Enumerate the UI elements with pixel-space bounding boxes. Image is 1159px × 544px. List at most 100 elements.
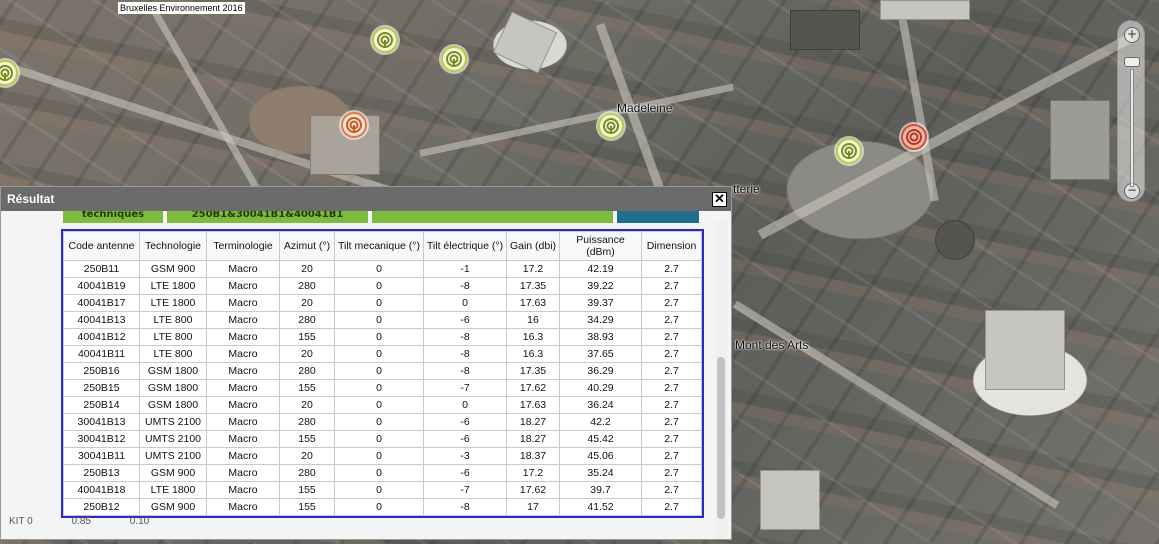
table-cell: 18.27 — [506, 413, 560, 431]
antenna-marker[interactable] — [441, 46, 467, 72]
map-label-madeleine: Madeleine — [617, 101, 673, 115]
table-row[interactable]: 40041B11 LTE 800 Macro 20 0 -8 16.3 37.65 2.7 — [63, 345, 702, 363]
table-cell: 17.62 — [506, 481, 560, 499]
table-cell: 39.7 — [559, 481, 642, 499]
zoom-slider-track[interactable] — [1130, 69, 1134, 187]
table-cell: 280 — [279, 311, 335, 329]
table-cell: 38.93 — [559, 328, 642, 346]
table-cell: 42.2 — [559, 413, 642, 431]
table-cell: 250B15 — [63, 379, 140, 397]
column-header: Azimut (°) — [279, 231, 335, 261]
table-cell: 45.06 — [559, 447, 642, 465]
table-cell: 2.7 — [641, 413, 702, 431]
tab-antenna-codes[interactable]: 250B1&30041B1&40041B1 — [167, 211, 370, 223]
table-cell: 30041B13 — [63, 413, 140, 431]
table-row[interactable]: 40041B19 LTE 1800 Macro 280 0 -8 17.35 39.22 2.7 — [63, 277, 702, 295]
table-row[interactable]: 40041B18 LTE 1800 Macro 155 0 -7 17.62 39.7 2.7 — [63, 481, 702, 499]
table-cell: 0 — [334, 277, 424, 295]
antenna-marker[interactable] — [341, 112, 367, 138]
antenna-marker[interactable] — [372, 27, 398, 53]
table-row[interactable]: 250B12 GSM 900 Macro 155 0 -8 17 41.52 2.7 — [63, 498, 702, 516]
table-cell: 17.35 — [506, 277, 560, 295]
antenna-icon — [0, 65, 13, 81]
table-cell: 17.2 — [506, 260, 560, 278]
map-label-etterie: tterie — [733, 182, 760, 196]
table-cell: LTE 800 — [139, 328, 207, 346]
table-cell: 2.7 — [641, 464, 702, 482]
antenna-icon — [841, 143, 857, 159]
scrollbar-thumb[interactable] — [717, 357, 725, 519]
building — [880, 0, 970, 20]
table-cell: 250B13 — [63, 464, 140, 482]
table-row[interactable]: 30041B11 UMTS 2100 Macro 20 0 -3 18.37 45.06 2.7 — [63, 447, 702, 465]
table-row[interactable]: 40041B13 LTE 800 Macro 280 0 -6 16 34.29 2.7 — [63, 311, 702, 329]
table-cell: 17.35 — [506, 362, 560, 380]
table-row[interactable]: 250B16 GSM 1800 Macro 280 0 -8 17.35 36.29 2.7 — [63, 362, 702, 380]
column-header: Technologie — [139, 231, 207, 261]
table-cell: 280 — [279, 362, 335, 380]
table-cell: LTE 1800 — [139, 277, 207, 295]
table-cell: -6 — [423, 464, 507, 482]
antenna-icon — [446, 51, 462, 67]
table-cell: 2.7 — [641, 430, 702, 448]
zoom-control: + − — [1117, 20, 1145, 202]
table-cell: -8 — [423, 345, 507, 363]
tab-techniques[interactable]: techniques — [63, 211, 165, 223]
table-cell: UMTS 2100 — [139, 430, 207, 448]
table-row[interactable]: 250B13 GSM 900 Macro 280 0 -6 17.2 35.24 2.7 — [63, 464, 702, 482]
table-cell: 0 — [334, 481, 424, 499]
table-cell: -8 — [423, 328, 507, 346]
table-cell: 2.7 — [641, 260, 702, 278]
close-button[interactable]: ✕ — [712, 192, 727, 207]
table-cell: 40041B17 — [63, 294, 140, 312]
table-cell: -3 — [423, 447, 507, 465]
table-row[interactable]: 250B11 GSM 900 Macro 20 0 -1 17.2 42.19 2.7 — [63, 260, 702, 278]
table-row[interactable]: 250B14 GSM 1800 Macro 20 0 0 17.63 36.24 2.7 — [63, 396, 702, 414]
table-cell: 250B12 — [63, 498, 140, 516]
table-row[interactable]: 30041B12 UMTS 2100 Macro 155 0 -6 18.27 45.42 2.… — [63, 430, 702, 448]
table-cell: Macro — [206, 481, 280, 499]
table-cell: 20 — [279, 345, 335, 363]
column-header: Code antenne — [63, 231, 140, 261]
zoom-in-button[interactable]: + — [1124, 27, 1140, 43]
table-cell: -8 — [423, 277, 507, 295]
table-cell: LTE 1800 — [139, 294, 207, 312]
panel-title: Résultat — [7, 192, 55, 206]
road — [419, 83, 734, 157]
tab-extra[interactable] — [617, 211, 701, 223]
table-cell: 0 — [334, 379, 424, 397]
table-cell: 41.52 — [559, 498, 642, 516]
table-cell: Macro — [206, 311, 280, 329]
zoom-slider-thumb[interactable] — [1124, 57, 1140, 67]
antenna-table: Code antenne Technologie Terminologie Az… — [61, 229, 704, 518]
table-cell: 20 — [279, 396, 335, 414]
antenna-icon — [346, 117, 362, 133]
table-cell: -8 — [423, 362, 507, 380]
table-row[interactable]: 40041B17 LTE 1800 Macro 20 0 0 17.63 39.37 2.7 — [63, 294, 702, 312]
table-cell: LTE 1800 — [139, 481, 207, 499]
table-cell: 17.63 — [506, 294, 560, 312]
table-cell: Macro — [206, 328, 280, 346]
antenna-marker[interactable] — [901, 124, 927, 150]
table-cell: 155 — [279, 481, 335, 499]
hidden-cell: 0.85 — [71, 516, 91, 527]
table-cell: 30041B12 — [63, 430, 140, 448]
table-cell: -6 — [423, 413, 507, 431]
table-cell: 40041B18 — [63, 481, 140, 499]
table-row[interactable]: 40041B12 LTE 800 Macro 155 0 -8 16.3 38.93 2.7 — [63, 328, 702, 346]
partially-hidden-row: KIT 0 0.85 0.10 — [9, 516, 185, 527]
tab-other[interactable] — [372, 211, 615, 223]
building — [1050, 100, 1110, 180]
table-cell: Macro — [206, 413, 280, 431]
column-header: Tilt mecanique (°) — [334, 231, 424, 261]
table-cell: GSM 900 — [139, 464, 207, 482]
antenna-marker[interactable] — [836, 138, 862, 164]
table-row[interactable]: 250B15 GSM 1800 Macro 155 0 -7 17.62 40.29 2.7 — [63, 379, 702, 397]
table-cell: 250B11 — [63, 260, 140, 278]
antenna-marker[interactable] — [598, 113, 624, 139]
table-row[interactable]: 30041B13 UMTS 2100 Macro 280 0 -6 18.27 42.2 2.7 — [63, 413, 702, 431]
table-cell: GSM 900 — [139, 260, 207, 278]
panel-scrollbar[interactable] — [715, 221, 727, 539]
column-header: Tilt électrique (°) — [423, 231, 507, 261]
table-cell: 35.24 — [559, 464, 642, 482]
